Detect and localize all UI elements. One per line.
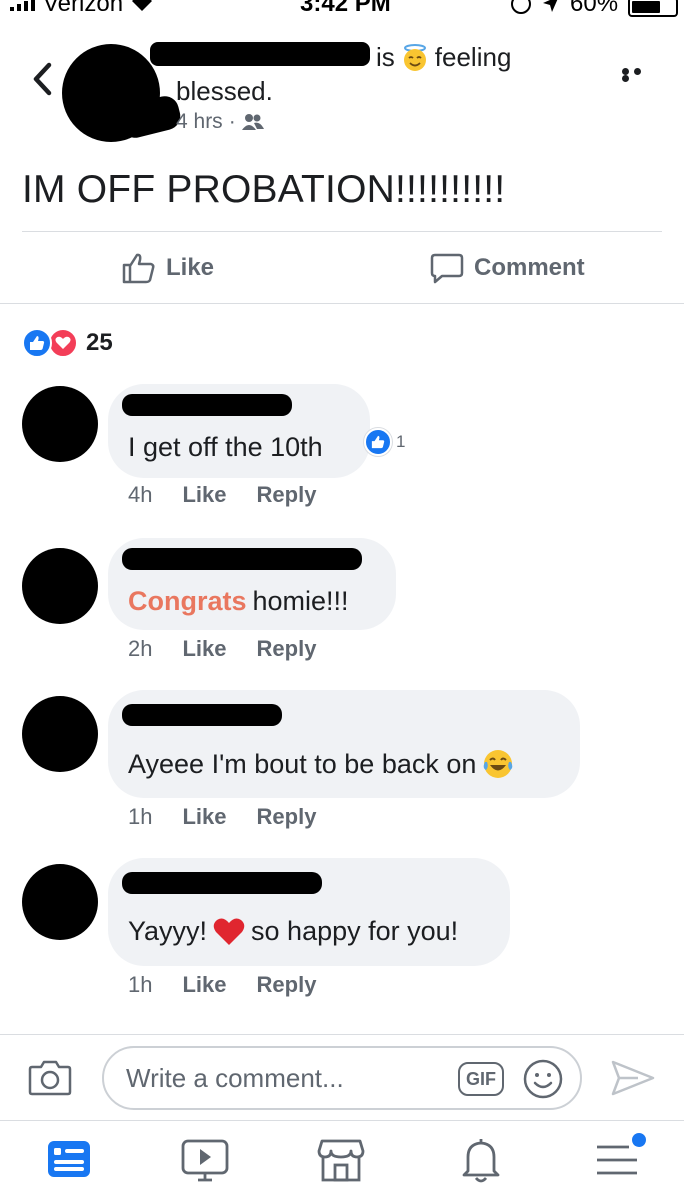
carrier-name: Verizon (43, 0, 124, 17)
comment-meta: 4h Like Reply (128, 482, 316, 508)
marketplace-icon[interactable] (316, 1135, 366, 1185)
status-time: 3:42 PM (300, 0, 391, 17)
post-text: IM OFF PROBATION!!!!!!!!!! (22, 168, 506, 211)
commenter-name-redacted[interactable] (122, 872, 322, 894)
menu-button[interactable] (592, 1133, 646, 1185)
comment-label: Comment (474, 254, 585, 281)
comment-meta: 1h Like Reply (128, 972, 316, 998)
is-label: is (376, 42, 395, 72)
comment-time: 4h (128, 482, 153, 507)
post-meta: 4 hrs · (176, 110, 264, 134)
feeling-value: blessed. (176, 76, 273, 106)
comment-time: 1h (128, 972, 153, 997)
rotation-lock-icon (511, 0, 531, 14)
comment-bubble[interactable]: Ayeee I'm bout to be back on (108, 690, 580, 798)
news-feed-icon[interactable] (44, 1135, 94, 1185)
comment-reaction[interactable]: 1 (364, 428, 405, 456)
thumbs-up-icon (122, 253, 155, 284)
innocent-halo-icon (403, 43, 426, 71)
commenter-name-redacted[interactable] (122, 548, 362, 570)
comment-reply-link[interactable]: Reply (257, 972, 317, 998)
post-header: is feeling blessed. 4 hrs · (0, 30, 684, 142)
comment-text: Ayeee I'm bout to be back on (128, 748, 514, 780)
divider (22, 231, 662, 232)
location-icon (543, 0, 558, 12)
commenter-avatar-redacted[interactable] (22, 696, 98, 772)
action-bar: Like Comment (0, 240, 684, 300)
divider (0, 303, 684, 304)
divider (0, 1034, 684, 1035)
meta-separator: · (228, 110, 236, 133)
comment-meta: 1h Like Reply (128, 804, 316, 830)
commenter-avatar-redacted[interactable] (22, 386, 98, 462)
emoji-icon[interactable] (522, 1058, 564, 1100)
reactions-summary[interactable]: 25 (22, 328, 113, 358)
commenter-avatar-redacted[interactable] (22, 864, 98, 940)
comment-text: Yayyy! so happy for you! (128, 916, 458, 947)
comment-text-after: so happy for you! (251, 916, 459, 946)
more-options-icon[interactable] (622, 68, 656, 82)
carrier: Verizon (10, 0, 153, 18)
comment-meta: 2h Like Reply (128, 636, 316, 662)
comment-reply-link[interactable]: Reply (257, 804, 317, 830)
comment-composer: GIF (0, 1040, 684, 1114)
comment-field[interactable]: GIF (102, 1046, 582, 1110)
back-icon[interactable] (30, 62, 54, 96)
send-icon[interactable] (610, 1058, 656, 1098)
comment-reply-link[interactable]: Reply (257, 482, 317, 508)
comment-text-content: Ayeee I'm bout to be back on (128, 748, 477, 779)
commenter-name-redacted[interactable] (122, 704, 282, 726)
author-name-redacted[interactable] (150, 42, 370, 66)
comment-reply-link[interactable]: Reply (257, 636, 317, 662)
comment-time: 2h (128, 636, 153, 661)
post-time[interactable]: 4 hrs (176, 110, 223, 134)
heart-icon (213, 918, 245, 945)
comment-like-link[interactable]: Like (182, 636, 226, 662)
gif-button[interactable]: GIF (458, 1062, 504, 1096)
comment-time: 1h (128, 804, 153, 829)
comment-bubble[interactable]: Congrats homie!!! (108, 538, 396, 630)
commenter-avatar-redacted[interactable] (22, 548, 98, 624)
bottom-tab-bar (0, 1121, 684, 1200)
reaction-count: 25 (86, 329, 113, 356)
notifications-bell-icon[interactable] (456, 1135, 506, 1185)
comment-like-link[interactable]: Like (182, 804, 226, 830)
wifi-icon (132, 0, 153, 11)
notification-dot (632, 1133, 646, 1147)
love-reaction-icon (48, 328, 78, 358)
comment-like-link[interactable]: Like (182, 482, 226, 508)
comment-button[interactable]: Comment (430, 252, 684, 284)
laughing-tears-icon (484, 750, 513, 778)
feeling-row: is feeling (376, 42, 511, 73)
comment-bubble[interactable]: I get off the 10th (108, 384, 370, 478)
like-reaction-icon (22, 328, 52, 358)
feeling-label: feeling (434, 42, 512, 72)
comment-input[interactable] (126, 1058, 446, 1098)
battery-icon (628, 0, 679, 17)
like-button[interactable]: Like (122, 252, 214, 284)
status-right: 60% (510, 0, 679, 18)
signal-icon (10, 0, 35, 11)
comment-text-rest: homie!!! (252, 586, 349, 616)
camera-icon[interactable] (28, 1058, 72, 1096)
comment-bubble[interactable]: Yayyy! so happy for you! (108, 858, 510, 966)
like-label: Like (166, 254, 215, 281)
like-reaction-icon (364, 428, 392, 456)
comment-reaction-count: 1 (396, 432, 406, 451)
comment-text: Congrats homie!!! (128, 586, 349, 617)
battery-percent: 60% (570, 0, 619, 17)
watch-icon[interactable] (180, 1135, 230, 1185)
comment-like-link[interactable]: Like (182, 972, 226, 998)
comment-text: I get off the 10th (128, 432, 323, 462)
commenter-name-redacted[interactable] (122, 394, 292, 416)
comment-bubble-icon (430, 253, 464, 284)
status-bar: Verizon 3:42 PM 60% (0, 0, 684, 18)
comment-text-before: Yayyy! (128, 916, 208, 946)
comment-text-highlight: Congrats (128, 586, 247, 616)
friends-icon (241, 114, 264, 130)
